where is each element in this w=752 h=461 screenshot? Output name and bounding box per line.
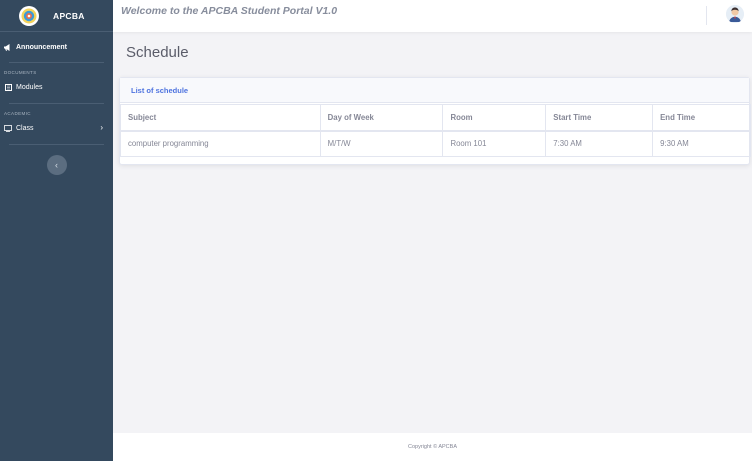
page-title: Schedule bbox=[126, 44, 189, 61]
school-logo-icon bbox=[19, 5, 39, 26]
copyright-text: Copyright © APCBA bbox=[408, 444, 457, 450]
sidebar-item-label: Class bbox=[16, 124, 34, 132]
column-header-day-of-week[interactable]: Day of Week bbox=[319, 104, 444, 132]
topbar-divider bbox=[706, 6, 707, 25]
sidebar-toggle-wrap: ‹ bbox=[0, 155, 113, 175]
footer: Copyright © APCBA bbox=[113, 433, 752, 461]
sidebar-toggle-button[interactable]: ‹ bbox=[46, 155, 67, 175]
column-header-end-time[interactable]: End Time bbox=[652, 104, 751, 132]
topbar: Welcome to the APCBA Student Portal V1.0 bbox=[113, 0, 752, 32]
schedule-table: Subject Day of Week Room Start Time End … bbox=[120, 104, 751, 157]
card-header: List of schedule bbox=[120, 78, 749, 103]
sidebar-item-label: Announcement bbox=[16, 43, 67, 51]
cell-subject: computer programming bbox=[120, 130, 321, 157]
welcome-text: Welcome to the APCBA Student Portal V1.0 bbox=[121, 5, 338, 17]
card-title: List of schedule bbox=[131, 85, 189, 95]
chevron-right-icon: › bbox=[100, 123, 103, 132]
sidebar-item-modules[interactable]: Modules bbox=[0, 75, 113, 99]
user-avatar-icon[interactable] bbox=[726, 5, 744, 23]
brand-name: APCBA bbox=[53, 10, 85, 21]
window-icon bbox=[4, 124, 12, 132]
sidebar: APCBA Announcement DOCUMENTS Modules ACA… bbox=[0, 0, 113, 461]
cell-day-of-week: M/T/W bbox=[319, 130, 444, 157]
section-label-academic: ACADEMIC bbox=[4, 111, 31, 116]
sidebar-item-label: Modules bbox=[16, 83, 43, 91]
sidebar-item-announcement[interactable]: Announcement bbox=[0, 32, 113, 62]
schedule-card: List of schedule Subject Day of Week Roo… bbox=[119, 77, 751, 165]
cell-end-time: 9:30 AM bbox=[652, 130, 751, 157]
megaphone-icon bbox=[4, 43, 12, 51]
table-row[interactable]: computer programming M/T/W Room 101 7:30… bbox=[120, 130, 751, 157]
column-header-start-time[interactable]: Start Time bbox=[545, 104, 654, 132]
brand[interactable]: APCBA bbox=[0, 0, 113, 32]
sidebar-item-class[interactable]: Class › bbox=[0, 116, 113, 140]
section-label-documents: DOCUMENTS bbox=[4, 70, 37, 75]
divider bbox=[9, 144, 104, 145]
book-icon bbox=[4, 83, 12, 91]
table-header-row: Subject Day of Week Room Start Time End … bbox=[120, 104, 751, 132]
column-header-subject[interactable]: Subject bbox=[120, 104, 321, 132]
cell-start-time: 7:30 AM bbox=[545, 130, 654, 157]
column-header-room[interactable]: Room bbox=[442, 104, 547, 132]
cell-room: Room 101 bbox=[442, 130, 547, 157]
